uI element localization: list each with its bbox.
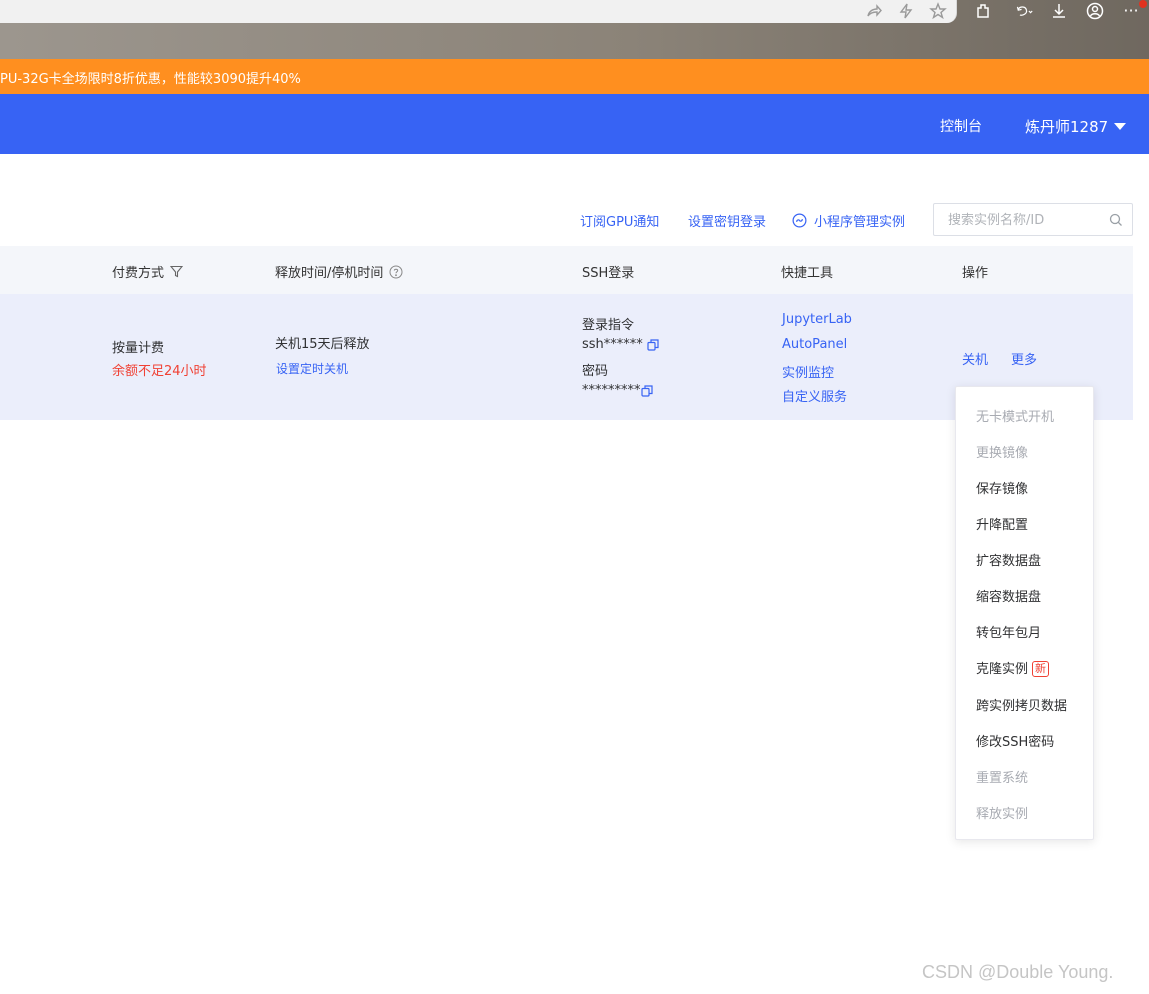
user-name: 炼丹师1287 xyxy=(1025,118,1109,136)
share-icon[interactable] xyxy=(863,1,885,21)
miniprogram-label: 小程序管理实例 xyxy=(814,215,906,230)
profile-icon[interactable] xyxy=(1084,1,1106,21)
copy-password-icon[interactable] xyxy=(641,385,653,397)
tool-custom-service-link[interactable]: 自定义服务 xyxy=(782,386,847,405)
notification-dot xyxy=(1139,0,1147,8)
miniprogram-link[interactable]: 小程序管理实例 xyxy=(792,211,905,230)
undo-icon[interactable] xyxy=(1011,1,1037,21)
menu-item-shrink-disk[interactable]: 缩容数据盘 xyxy=(976,586,1041,605)
billing-mode: 按量计费 xyxy=(112,341,165,356)
password-label: 密码 xyxy=(582,364,609,379)
help-icon[interactable] xyxy=(389,265,403,279)
subscribe-gpu-link[interactable]: 订阅GPU通知 xyxy=(580,211,659,230)
th-billing-label: 付费方式 xyxy=(112,266,165,281)
search-icon[interactable] xyxy=(1109,213,1123,227)
release-time: 关机15天后释放 xyxy=(275,337,370,352)
extensions-icon[interactable] xyxy=(972,1,994,21)
clone-instance-label: 克隆实例 xyxy=(976,662,1029,677)
download-icon[interactable] xyxy=(1048,1,1070,21)
caret-down-icon xyxy=(1114,123,1127,130)
password-value: ********* xyxy=(582,383,641,398)
menu-item-copy-data[interactable]: 跨实例拷贝数据 xyxy=(976,695,1067,714)
menu-item-clone-instance[interactable]: 克隆实例新 xyxy=(976,658,1050,677)
menu-item-monthly-plan[interactable]: 转包年包月 xyxy=(976,622,1041,641)
watermark: CSDN @Double Young. xyxy=(922,962,1114,982)
th-billing: 付费方式 xyxy=(112,262,184,281)
th-release: 释放时间/停机时间 xyxy=(275,262,403,281)
menu-item-resize-config[interactable]: 升降配置 xyxy=(976,514,1028,533)
address-bar[interactable] xyxy=(0,0,957,23)
menu-item-reset-system: 重置系统 xyxy=(976,771,1029,786)
tool-monitor-link[interactable]: 实例监控 xyxy=(782,362,834,381)
ssh-command-label: 登录指令 xyxy=(582,318,635,333)
browser-toolbar: ··· xyxy=(0,0,1149,59)
filter-icon[interactable] xyxy=(169,265,184,278)
th-ssh: SSH登录 xyxy=(582,266,635,281)
user-menu[interactable]: 炼丹师1287 xyxy=(1025,116,1127,137)
nav-console-link[interactable]: 控制台 xyxy=(940,116,982,136)
search-box xyxy=(933,203,1133,236)
promo-text: PU-32G卡全场限时8折优惠，性能较3090提升40% xyxy=(0,72,301,87)
menu-item-change-image: 更换镜像 xyxy=(976,446,1029,461)
shutdown-button[interactable]: 关机 xyxy=(962,349,988,368)
ssh-key-login-link[interactable]: 设置密钥登录 xyxy=(688,211,766,230)
set-timed-shutdown-link[interactable]: 设置定时关机 xyxy=(276,360,348,377)
table-header: 付费方式 释放时间/停机时间 SSH登录 快捷工具 操作 xyxy=(0,246,1133,294)
bolt-icon[interactable] xyxy=(895,1,917,21)
billing-warning: 余额不足24小时 xyxy=(112,364,207,379)
th-tools: 快捷工具 xyxy=(781,266,834,281)
more-button[interactable]: 更多 xyxy=(1011,349,1037,368)
star-icon[interactable] xyxy=(927,1,949,21)
th-ops: 操作 xyxy=(962,266,989,281)
menu-item-change-ssh-password[interactable]: 修改SSH密码 xyxy=(976,731,1054,750)
menu-item-save-image[interactable]: 保存镜像 xyxy=(976,478,1028,497)
tool-autopanel-link[interactable]: AutoPanel xyxy=(782,337,847,352)
tool-jupyterlab-link[interactable]: JupyterLab xyxy=(782,312,852,327)
miniprogram-icon xyxy=(792,213,807,228)
instance-search-input[interactable] xyxy=(948,211,1108,229)
new-badge: 新 xyxy=(1032,661,1050,677)
menu-item-gpuless-boot: 无卡模式开机 xyxy=(976,410,1055,425)
copy-ssh-command-icon[interactable] xyxy=(647,339,659,351)
menu-item-expand-disk[interactable]: 扩容数据盘 xyxy=(976,550,1041,569)
ssh-command-value: ssh****** xyxy=(582,337,643,352)
promo-banner[interactable]: PU-32G卡全场限时8折优惠，性能较3090提升40% xyxy=(0,59,1149,94)
menu-item-release-instance: 释放实例 xyxy=(976,807,1029,822)
site-header: 控制台 炼丹师1287 xyxy=(0,94,1149,154)
more-dropdown-menu: 无卡模式开机 更换镜像 保存镜像 升降配置 扩容数据盘 缩容数据盘 转包年包月 … xyxy=(955,386,1094,840)
th-release-label: 释放时间/停机时间 xyxy=(275,266,384,281)
